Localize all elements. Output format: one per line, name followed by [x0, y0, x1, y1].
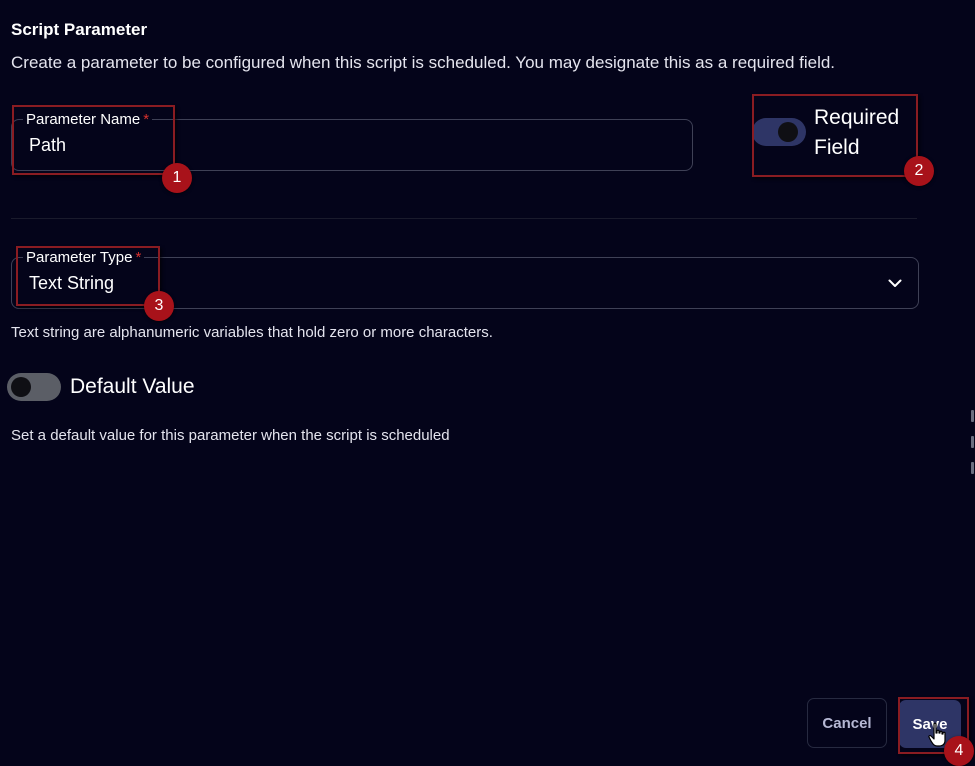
- cancel-button[interactable]: Cancel: [807, 698, 887, 748]
- script-parameter-dialog: Script Parameter Create a parameter to b…: [0, 0, 975, 766]
- parameter-name-field[interactable]: Parameter Name * Path: [11, 111, 693, 171]
- annotation-badge-2: 2: [904, 156, 934, 186]
- scrollbar-mark: [971, 462, 974, 474]
- hand-pointer-icon: [928, 722, 946, 747]
- required-asterisk: *: [135, 249, 142, 266]
- dialog-title: Script Parameter: [11, 20, 148, 39]
- toggle-thumb: [778, 122, 798, 142]
- scrollbar-mark: [971, 410, 974, 422]
- default-value-helper: Set a default value for this parameter w…: [11, 427, 450, 444]
- dialog-description: Create a parameter to be configured when…: [11, 53, 836, 72]
- chevron-down-icon[interactable]: [886, 274, 904, 292]
- parameter-type-helper: Text string are alphanumeric variables t…: [11, 324, 493, 341]
- parameter-type-value: Text String: [29, 273, 115, 293]
- toggle-thumb: [11, 377, 31, 397]
- parameter-type-label: Parameter Type *: [23, 249, 145, 266]
- annotation-badge-3: 3: [144, 291, 174, 321]
- divider: [11, 218, 917, 219]
- scrollbar-mark: [971, 436, 974, 448]
- required-field-label: Required Field: [814, 106, 900, 159]
- default-value-label: Default Value: [70, 375, 195, 398]
- default-value-toggle[interactable]: [7, 373, 61, 401]
- annotation-badge-1: 1: [162, 163, 192, 193]
- required-asterisk: *: [143, 111, 150, 128]
- required-field-toggle[interactable]: [752, 118, 806, 146]
- parameter-name-input[interactable]: Path: [29, 135, 66, 156]
- parameter-name-label: Parameter Name *: [23, 111, 153, 128]
- scrollbar[interactable]: [971, 410, 975, 480]
